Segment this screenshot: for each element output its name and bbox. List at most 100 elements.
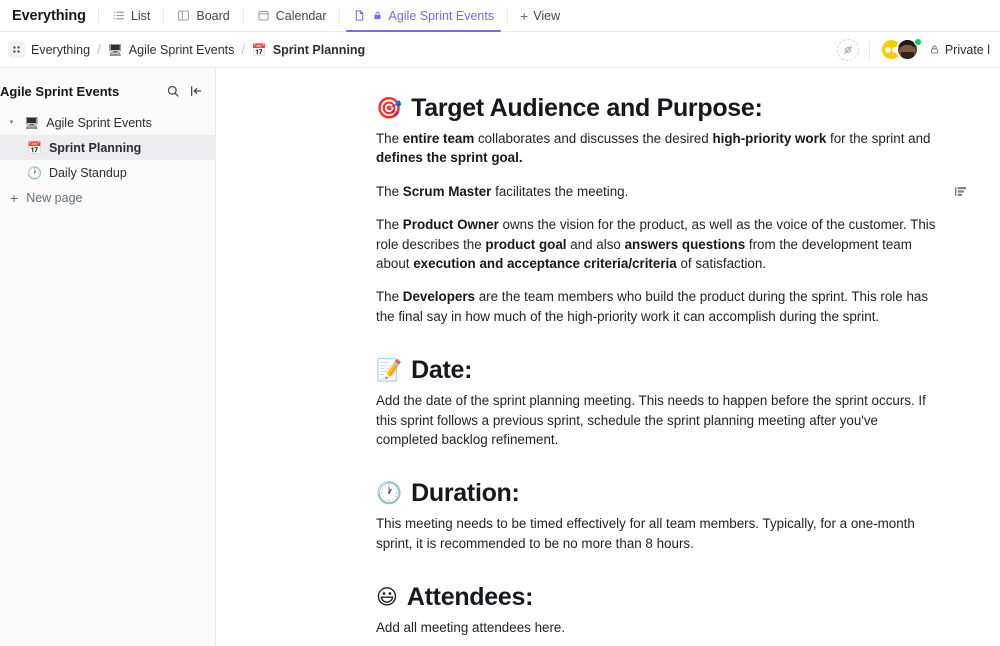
tab-board-label: Board [196,9,229,23]
paragraph: Add all meeting attendees here. [376,618,941,637]
search-icon[interactable] [166,84,180,98]
breadcrumb-item-sprint-planning[interactable]: 📅 Sprint Planning [252,43,365,57]
tab-list-label: List [131,9,150,23]
sidebar-item-label: Daily Standup [49,166,127,180]
breadcrumb-label-everything: Everything [31,43,90,57]
paragraph: The Developers are the team members who … [376,287,941,326]
paragraph: This meeting needs to be timed effective… [376,514,941,553]
online-status-dot [914,38,922,46]
collapse-sidebar-icon[interactable] [189,84,203,98]
chevron-down-icon[interactable]: ▾ [6,119,17,126]
breadcrumb-separator: / [96,43,101,57]
section-heading-text: Target Audience and Purpose: [411,94,762,123]
plus-icon: + [10,191,18,205]
document-section: 😃 Attendees: Add all meeting attendees her… [376,583,941,637]
breadcrumb-label-sprint-planning: Sprint Planning [273,43,365,57]
lock-icon [929,44,940,55]
add-view-button[interactable]: + View [508,0,572,31]
document-section: 🎯Target Audience and Purpose: The entire … [376,94,941,326]
bold-text-run: product goal [485,237,566,252]
breadcrumb-item-agile-sprint-events[interactable]: 🖥 Agile Sprint Events [108,43,235,57]
text-run: Add the date of the sprint planning meet… [376,393,926,447]
paragraph: Add the date of the sprint planning meet… [376,391,941,449]
board-icon [177,9,190,22]
breadcrumb-actions: Private l [837,38,990,61]
body: Agile Sprint Events ▾ [0,68,1000,646]
calendar-emoji-icon: 📅 [252,44,267,56]
privacy-button[interactable]: Private l [929,43,990,57]
section-emoji-icon: 🕐 [376,483,402,504]
top-tab-bar: Everything List Board [0,0,1000,32]
sidebar-item-label: Sprint Planning [49,141,141,155]
add-view-label: View [533,9,560,23]
section-emoji-icon: 📝 [376,360,402,381]
section-heading-text: Attendees: [407,583,533,612]
sidebar-tree: ▾ 🖥 Agile Sprint Events 📅 Sprint Plannin… [0,110,215,185]
tab-calendar-label: Calendar [276,9,327,23]
new-page-button[interactable]: + New page [0,185,215,211]
paragraph: The Product Owner owns the vision for th… [376,215,941,273]
section-heading: 📝Date: [376,356,941,385]
link-privacy-icon[interactable] [837,39,859,61]
text-run: The [376,289,403,304]
text-run: and also [567,237,625,252]
sidebar-item-daily-standup[interactable]: 🕐 Daily Standup [0,160,215,185]
bold-text-run: execution and acceptance criteria/criter… [413,256,676,271]
text-run: collaborates and discusses the desired [474,131,712,146]
section-heading-text: Duration: [411,479,519,508]
tab-agile-sprint-events[interactable]: Agile Sprint Events [340,0,507,31]
paragraph: The entire team collaborates and discuss… [376,129,941,168]
bold-text-run: Product Owner [403,217,499,232]
calendar-emoji-icon: 📅 [27,142,42,154]
text-run: This meeting needs to be timed effective… [376,516,915,550]
sidebar-title: Agile Sprint Events [0,84,166,99]
grid-icon [8,41,25,58]
section-emoji-icon: 😃 [376,587,398,608]
sidebar-item-agile-sprint-events[interactable]: ▾ 🖥 Agile Sprint Events [0,110,215,135]
tab-calendar[interactable]: Calendar [244,0,340,31]
bold-text-run: Developers [403,289,475,304]
document-section: 🕐 Duration: This meeting needs to be timed… [376,479,941,553]
breadcrumb-bar: Everything / 🖥 Agile Sprint Events / 📅 S… [0,32,1000,68]
text-run: The [376,217,403,232]
monitor-icon: 🖥 [24,117,39,129]
everything-title[interactable]: Everything [8,0,98,31]
breadcrumb-label-agile-sprint-events: Agile Sprint Events [129,43,235,57]
sidebar-header-actions [166,84,203,98]
section-heading: 🎯Target Audience and Purpose: [376,94,941,123]
text-run: The [376,131,403,146]
divider [869,41,870,59]
text-run: Add all meeting attendees here. [376,620,565,635]
calendar-icon [257,9,270,22]
tab-agile-sprint-events-label: Agile Sprint Events [388,9,494,23]
text-run: The [376,184,403,199]
table-of-contents-icon[interactable] [953,184,968,199]
list-icon [112,9,125,22]
doc-icon [353,9,366,22]
app-root: Everything List Board [0,0,1000,646]
tab-list[interactable]: List [99,0,163,31]
breadcrumb-separator: / [240,43,245,57]
sidebar: Agile Sprint Events ▾ [0,68,216,646]
breadcrumb-item-everything[interactable]: Everything [8,41,90,58]
bold-text-run: answers questions [625,237,746,252]
tab-board[interactable]: Board [164,0,242,31]
breadcrumb: Everything / 🖥 Agile Sprint Events / 📅 S… [8,41,365,58]
bold-text-run: high-priority work [712,131,826,146]
section-heading: 🕐 Duration: [376,479,941,508]
monitor-icon: 🖥 [108,44,123,56]
bold-text-run: entire team [403,131,474,146]
paragraph: The Scrum Master facilitates the meeting… [376,182,941,201]
plus-icon: + [520,9,528,23]
sidebar-item-sprint-planning[interactable]: 📅 Sprint Planning [0,135,215,160]
document-content: 🎯Target Audience and Purpose: The entire … [376,68,941,638]
document-section: 📝Date: Add the date of the sprint plannin… [376,356,941,449]
text-run: for the sprint and [826,131,930,146]
bold-text-run: defines the sprint goal. [376,150,523,165]
sidebar-item-label: Agile Sprint Events [46,116,152,130]
avatar-group[interactable] [880,38,919,61]
sidebar-header: Agile Sprint Events [0,72,215,110]
text-run: of satisfaction. [677,256,766,271]
text-run: facilitates the meeting. [491,184,628,199]
bold-text-run: Scrum Master [403,184,492,199]
